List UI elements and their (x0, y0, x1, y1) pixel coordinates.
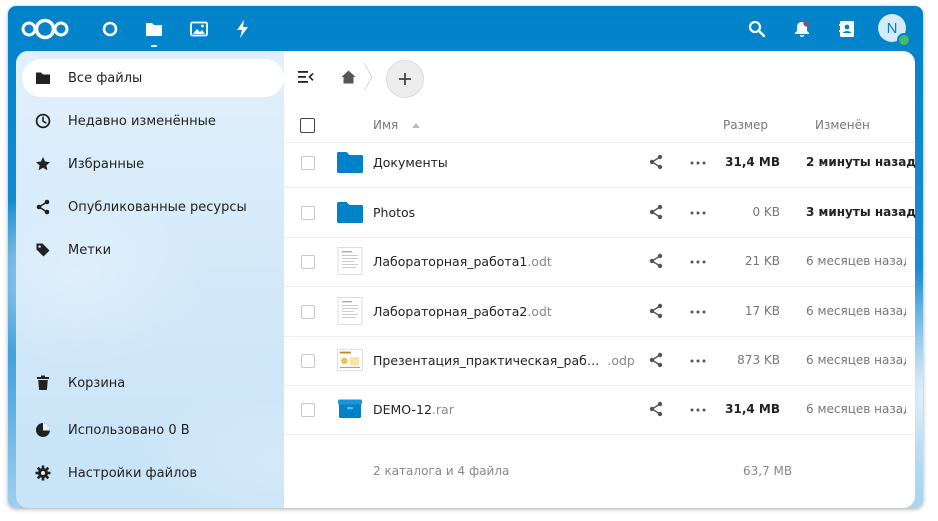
toggle-navigation-icon[interactable] (294, 65, 318, 89)
plus-icon (399, 73, 411, 85)
contacts-icon[interactable] (834, 16, 860, 42)
table-row[interactable]: DEMO-12.rar 31,4 MB 6 месяцев назад (284, 385, 915, 435)
column-header-name-label: Имя (373, 118, 399, 132)
folder-icon (337, 149, 363, 175)
column-header-size[interactable]: Размер (723, 118, 768, 132)
clock-icon (32, 110, 54, 132)
share-icon[interactable] (648, 154, 666, 172)
star-icon (32, 153, 54, 175)
files-summary: 2 каталога и 4 файла (373, 464, 510, 478)
file-modified: 6 месяцев назад (806, 402, 906, 416)
file-size: 0 KB (752, 205, 780, 219)
file-name[interactable]: Лабораторная_работа1.odt (373, 254, 552, 269)
row-checkbox[interactable] (301, 354, 315, 368)
folder-icon (32, 67, 54, 89)
file-modified: 6 месяцев назад (806, 353, 906, 367)
nav-item-all-files[interactable]: Все файлы (22, 59, 284, 97)
files-summary-size: 63,7 MB (743, 464, 793, 478)
more-actions-icon[interactable] (689, 401, 707, 419)
select-all-checkbox[interactable] (300, 118, 315, 133)
settings-label: Настройки файлов (68, 465, 198, 481)
file-size: 873 KB (737, 353, 780, 367)
share-icon[interactable] (648, 352, 666, 370)
nav-item-label: Все файлы (68, 70, 143, 86)
document-thumbnail-icon (337, 297, 363, 325)
nav-item-label: Опубликованные ресурсы (68, 199, 247, 215)
photos-app-icon[interactable] (186, 16, 212, 42)
file-name[interactable]: Документы (373, 155, 448, 170)
nav-item-favorites[interactable]: Избранные (22, 145, 284, 183)
files-settings-button[interactable]: Настройки файлов (22, 454, 284, 492)
nav-item-tags[interactable]: Метки (22, 231, 284, 269)
more-actions-icon[interactable] (689, 352, 707, 370)
more-actions-icon[interactable] (689, 253, 707, 271)
files-list-view: Имя Размер Изменён Документы 31,4 MB 2 м… (284, 51, 916, 508)
nav-item-trash[interactable]: Корзина (22, 364, 284, 402)
nav-item-recent[interactable]: Недавно изменённые (22, 102, 284, 140)
document-thumbnail-icon (337, 247, 363, 275)
file-size: 17 KB (744, 304, 780, 318)
files-navigation: Все файлы Недавно изменённые Избранные О… (16, 51, 292, 508)
nav-item-label: Недавно изменённые (68, 113, 216, 129)
nav-item-shares[interactable]: Опубликованные ресурсы (22, 188, 284, 226)
nav-item-label: Избранные (68, 156, 145, 172)
share-icon[interactable] (648, 253, 666, 271)
folder-icon (337, 199, 363, 225)
breadcrumb-separator (362, 61, 374, 93)
online-status-icon (897, 33, 911, 47)
top-header: N (8, 6, 923, 51)
row-checkbox[interactable] (301, 206, 315, 220)
nav-item-label: Корзина (68, 375, 126, 391)
table-row[interactable]: Photos 0 KB 3 минуты назад (284, 188, 916, 238)
file-size: 21 KB (744, 254, 780, 268)
gear-icon (32, 462, 54, 484)
dashboard-app-icon[interactable] (97, 16, 123, 42)
share-icon (32, 196, 54, 218)
file-size: 31,4 MB (725, 155, 780, 169)
column-header-name[interactable]: Имя (373, 118, 421, 132)
table-row[interactable]: Документы 31,4 MB 2 минуты назад (284, 138, 916, 188)
share-icon[interactable] (648, 204, 666, 222)
share-icon[interactable] (648, 303, 666, 321)
file-name[interactable]: Photos (373, 205, 415, 220)
file-name[interactable]: Презентация_практическая_раб… .odp (373, 353, 635, 368)
file-name[interactable]: Лабораторная_работа2.odt (373, 304, 552, 319)
more-actions-icon[interactable] (689, 154, 707, 172)
trash-icon (32, 372, 54, 394)
row-checkbox[interactable] (301, 305, 315, 319)
row-checkbox[interactable] (301, 403, 315, 417)
row-checkbox[interactable] (301, 255, 315, 269)
more-actions-icon[interactable] (689, 204, 707, 222)
sort-ascending-icon (412, 123, 421, 128)
share-icon[interactable] (648, 401, 666, 419)
file-modified: 6 месяцев назад (806, 254, 906, 268)
home-breadcrumb-icon[interactable] (336, 65, 360, 89)
tag-icon (32, 239, 54, 261)
pie-chart-icon (32, 419, 54, 441)
files-app-icon[interactable] (141, 16, 167, 47)
file-modified: 2 минуты назад (806, 155, 916, 169)
new-file-button[interactable] (386, 60, 424, 98)
presentation-thumbnail-icon (337, 347, 363, 373)
more-actions-icon[interactable] (689, 303, 707, 321)
search-icon[interactable] (744, 16, 770, 42)
file-modified: 6 месяцев назад (806, 304, 906, 318)
nextcloud-logo-icon[interactable] (20, 16, 70, 42)
quota-indicator[interactable]: Использовано 0 B (22, 411, 284, 449)
archive-icon (337, 396, 363, 422)
column-header-modified[interactable]: Изменён (815, 118, 870, 132)
activity-app-icon[interactable] (230, 16, 256, 42)
table-row[interactable]: Презентация_практическая_раб… .odp 873 KB… (284, 336, 915, 386)
table-row[interactable]: Лабораторная_работа2.odt 17 KB 6 месяцев… (284, 287, 915, 337)
table-row[interactable]: Лабораторная_работа1.odt 21 KB 6 месяцев… (284, 237, 915, 287)
file-name[interactable]: DEMO-12.rar (373, 402, 454, 417)
file-size: 31,4 MB (725, 402, 780, 416)
nav-item-label: Метки (68, 242, 112, 258)
notifications-bell-icon[interactable] (789, 16, 815, 42)
quota-label: Использовано 0 B (68, 422, 190, 438)
file-modified: 3 минуты назад (806, 205, 916, 219)
row-checkbox[interactable] (301, 156, 315, 170)
